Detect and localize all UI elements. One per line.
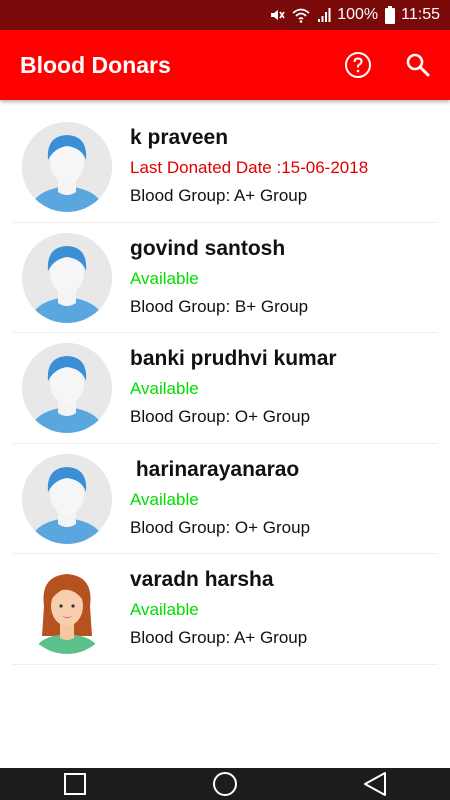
back-button[interactable] bbox=[355, 769, 395, 799]
donor-blood-group: Blood Group: A+ Group bbox=[130, 628, 308, 647]
recents-button[interactable] bbox=[55, 769, 95, 799]
donor-list: k praveen Last Donated Date :15-06-2018 … bbox=[0, 100, 450, 665]
status-bar: 100% 11:55 bbox=[0, 0, 450, 30]
donor-row[interactable]: varadn harsha Available Blood Group: A+ … bbox=[12, 554, 438, 665]
search-button[interactable] bbox=[403, 50, 433, 80]
battery-icon bbox=[385, 6, 396, 24]
donor-status: Available bbox=[130, 600, 199, 619]
donor-name: banki prudhvi kumar bbox=[130, 347, 337, 370]
donor-status: Available bbox=[130, 379, 199, 398]
signal-icon bbox=[317, 7, 331, 23]
donor-row[interactable]: banki prudhvi kumar Available Blood Grou… bbox=[12, 333, 438, 444]
donor-status: Available bbox=[130, 268, 199, 288]
clock: 11:55 bbox=[401, 6, 440, 23]
donor-row[interactable]: harinarayanarao Available Blood Group: O… bbox=[12, 444, 438, 554]
male-avatar-icon bbox=[22, 232, 112, 323]
donor-name: k praveen bbox=[130, 126, 229, 149]
donor-status: Last Donated Date :15-06-2018 bbox=[130, 158, 369, 177]
donor-blood-group: Blood Group: B+ Group bbox=[130, 296, 309, 316]
recents-square-icon bbox=[64, 773, 86, 795]
donor-name: varadn harsha bbox=[130, 568, 274, 591]
donor-name: harinarayanarao bbox=[130, 457, 300, 481]
donor-status: Available bbox=[130, 489, 199, 509]
donor-blood-group: Blood Group: O+ Group bbox=[130, 517, 311, 537]
donor-name: govind santosh bbox=[130, 236, 286, 260]
wifi-icon bbox=[292, 7, 310, 23]
donor-blood-group: Blood Group: A+ Group bbox=[130, 186, 308, 205]
page-title: Blood Donars bbox=[20, 51, 171, 78]
navigation-bar bbox=[0, 768, 450, 800]
search-icon bbox=[406, 53, 430, 77]
male-avatar-icon bbox=[22, 122, 112, 212]
back-triangle-icon bbox=[364, 772, 386, 796]
help-button[interactable] bbox=[343, 50, 373, 80]
donor-row[interactable]: k praveen Last Donated Date :15-06-2018 … bbox=[12, 112, 438, 223]
home-circle-icon bbox=[213, 772, 237, 796]
female-avatar-icon bbox=[22, 564, 112, 654]
home-button[interactable] bbox=[205, 769, 245, 799]
mute-icon bbox=[269, 7, 285, 23]
battery-percent: 100% bbox=[337, 6, 379, 23]
male-avatar-icon bbox=[22, 343, 112, 433]
donor-blood-group: Blood Group: O+ Group bbox=[130, 407, 311, 426]
donor-row[interactable]: govind santosh Available Blood Group: B+… bbox=[12, 223, 438, 333]
app-bar: Blood Donars bbox=[0, 30, 450, 100]
male-avatar-icon bbox=[22, 453, 112, 544]
help-icon bbox=[345, 52, 371, 78]
